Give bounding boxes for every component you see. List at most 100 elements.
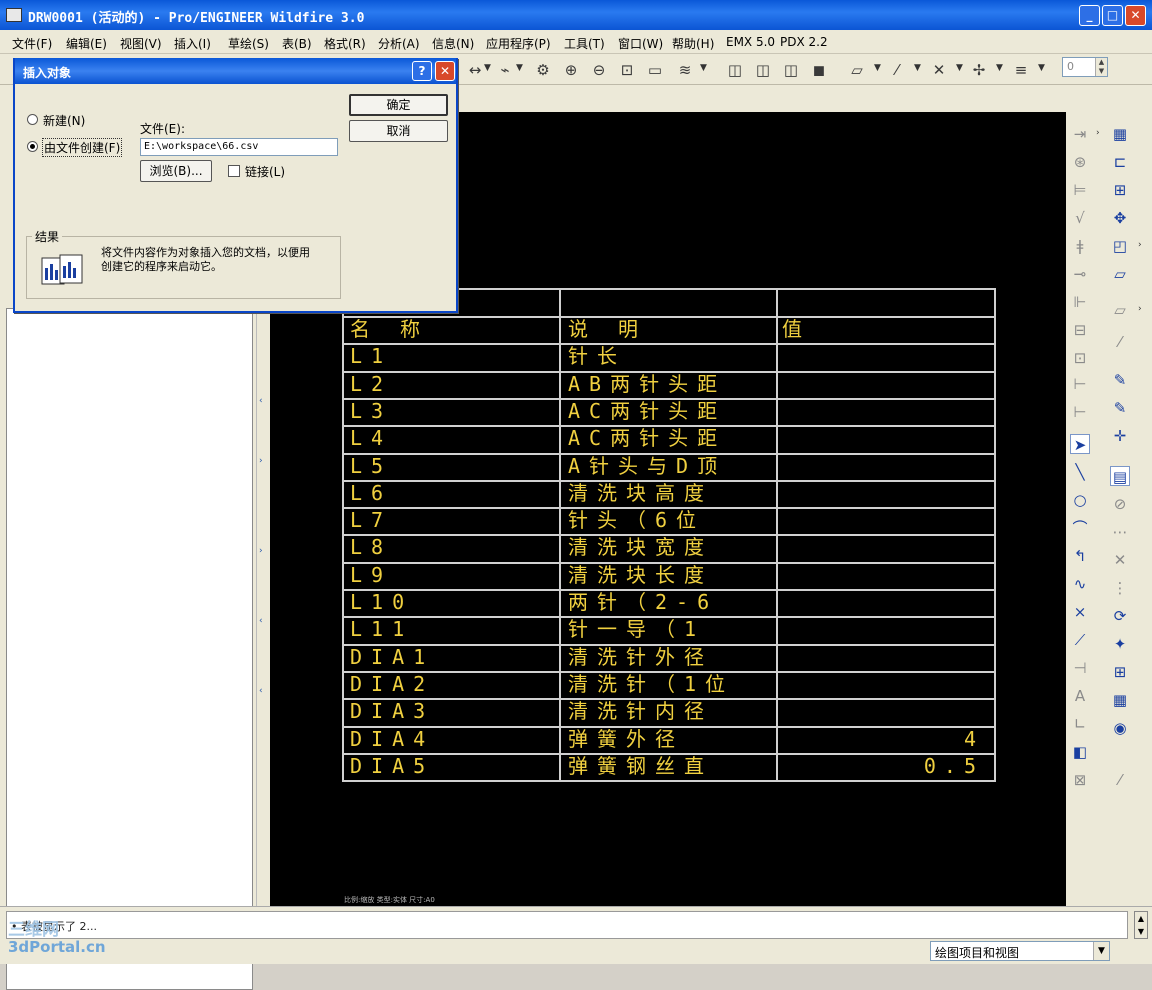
object-icon[interactable]: ◉ [1110,718,1130,738]
chevron-right-icon[interactable]: › [1138,304,1142,314]
move-view-icon[interactable]: ✥ [1110,208,1130,228]
refit-icon[interactable]: ⊡ [618,61,636,79]
table-row[interactable]: L8 清洗块宽度 [342,534,996,561]
gtol-icon[interactable]: ⊩ [1070,292,1090,312]
cell-name[interactable]: L7 [350,507,555,534]
cell-name[interactable]: L1 [350,343,555,370]
show-annotation-icon[interactable]: ⇥ [1070,124,1090,144]
cell-description[interactable]: 清洗针内径 [568,698,774,725]
spin-arrows-icon[interactable]: ▲ ▼ [1095,58,1107,76]
cell-value[interactable]: 4 [782,726,984,753]
cell-name[interactable]: DIA3 [350,698,555,725]
table-row[interactable]: DIA3 清洗针内径 [342,698,996,725]
insert-table-icon[interactable]: ▦ [1110,124,1130,144]
cell-name[interactable]: L4 [350,425,555,452]
text-style-icon[interactable]: A [1070,686,1090,706]
cell-name[interactable]: DIA5 [350,753,555,780]
cell-name[interactable]: L5 [350,453,555,480]
import-icon[interactable]: ⊞ [1110,662,1130,682]
chevron-down-icon[interactable]: ▼ [516,63,523,73]
cell-description[interactable]: 针长 [568,343,774,370]
cell-value[interactable] [782,616,984,643]
table-tool-icon[interactable]: ▤ [1110,466,1130,486]
delete-x-icon[interactable]: ✕ [1110,550,1130,570]
surface-finish-icon[interactable]: ǂ [1070,236,1090,256]
menu-window[interactable]: 窗口(W) [618,35,663,52]
menu-analysis[interactable]: 分析(A) [378,35,420,52]
maximize-button[interactable]: □ [1102,5,1123,26]
table-row[interactable]: L3 AC两针头距 [342,398,996,425]
cell-description[interactable]: AB两针头距 [568,371,774,398]
arc-icon[interactable]: ⌒ [1070,518,1090,538]
offset-icon[interactable]: ⊠ [1070,770,1090,790]
cell-value[interactable] [782,425,984,452]
link-checkbox-label[interactable]: 链接(L) [245,163,285,180]
ok-button[interactable]: 确定 [349,94,448,116]
table-row[interactable]: DIA1 清洗针外径 [342,644,996,671]
chevron-right-icon[interactable]: › [1138,240,1142,250]
cell-value[interactable] [782,671,984,698]
datum-point-icon[interactable]: ✕ [930,61,948,79]
coordinate-system-icon[interactable]: ✢ [970,61,988,79]
general-view-icon[interactable]: ⊏ [1110,152,1130,172]
radio-create-from-file-label[interactable]: 由文件创建(F) [42,138,123,157]
snap-icon[interactable]: ✎ [1110,370,1130,390]
table-row[interactable]: L10 两针（2-6 [342,589,996,616]
cell-description[interactable]: 清洗块宽度 [568,534,774,561]
cell-name[interactable]: L9 [350,562,555,589]
cancel-button[interactable]: 取消 [349,120,448,142]
menu-info[interactable]: 信息(N) [432,35,474,52]
balloon-icon[interactable]: ⊸ [1070,264,1090,284]
cell-name[interactable]: L11 [350,616,555,643]
sheet-spin-input[interactable]: 0 ▲ ▼ [1062,57,1108,77]
chevron-down-icon[interactable]: ▼ [1093,942,1109,960]
auxiliary-view-icon[interactable]: ▱ [1110,264,1130,284]
cell-name[interactable]: L3 [350,398,555,425]
chevron-down-icon[interactable]: ▼ [996,63,1003,73]
projection-view-icon[interactable]: ⊞ [1110,180,1130,200]
chevron-down-icon[interactable]: ▼ [1038,63,1045,73]
cell-description[interactable]: 弹簧钢丝直 [568,753,774,780]
fillet-icon[interactable]: ↰ [1070,546,1090,566]
dialog-close-button[interactable]: ✕ [435,61,455,81]
layers-icon[interactable]: ≋ [676,61,694,79]
cell-value[interactable] [782,453,984,480]
table-row[interactable]: L7 针头（6位 [342,507,996,534]
model-tree[interactable] [6,308,253,990]
table-row[interactable]: L9 清洗块长度 [342,562,996,589]
collapse-icon[interactable]: ‹ [259,616,263,626]
chevron-right-icon[interactable]: › [1096,128,1100,138]
ordinate-dim-icon[interactable]: √ [1070,208,1090,228]
spin-center-icon[interactable]: ⚙ [534,61,552,79]
snap-ref-icon[interactable]: ✎ [1110,398,1130,418]
cell-name[interactable]: L2 [350,371,555,398]
cell-description[interactable]: 清洗针（1位 [568,671,774,698]
radio-create-from-file[interactable] [27,141,38,152]
menu-format[interactable]: 格式(R) [324,35,366,52]
datum-axis-icon[interactable]: ⁄ [888,61,906,79]
table-row[interactable]: DIA5 弹簧钢丝直 0.5 [342,753,996,780]
cell-value[interactable] [782,507,984,534]
point-icon[interactable]: × [1070,602,1090,622]
cell-description[interactable]: 说 明 [568,316,774,343]
circle-icon[interactable]: ○ [1070,490,1090,510]
chevron-down-icon[interactable]: ▼ [484,63,491,73]
selection-filter-select[interactable]: 绘图项目和视图 ▼ [930,941,1110,961]
menu-help[interactable]: 帮助(H) [672,35,714,52]
select-arrow-icon[interactable]: ➤ [1070,434,1090,454]
chevron-down-icon[interactable]: ▼ [874,63,881,73]
menu-tools[interactable]: 工具(T) [564,35,605,52]
expand-icon[interactable]: › [259,456,263,466]
no-hidden-icon[interactable]: ◫ [782,61,800,79]
group-icon[interactable]: ⋮ [1110,578,1130,598]
hidden-line-icon[interactable]: ◫ [754,61,772,79]
cell-description[interactable]: 两针（2-6 [568,589,774,616]
hide-icon[interactable]: ⌁ [496,61,514,79]
cell-name[interactable]: DIA4 [350,726,555,753]
cell-description[interactable]: AC两针头距 [568,425,774,452]
chain-icon[interactable]: ✛ [1110,426,1130,446]
radio-create-new[interactable] [27,114,38,125]
help-button[interactable]: ? [412,61,432,81]
browse-button[interactable]: 浏览(B)... [140,160,212,182]
table-row[interactable]: DIA4 弹簧外径 4 [342,726,996,753]
